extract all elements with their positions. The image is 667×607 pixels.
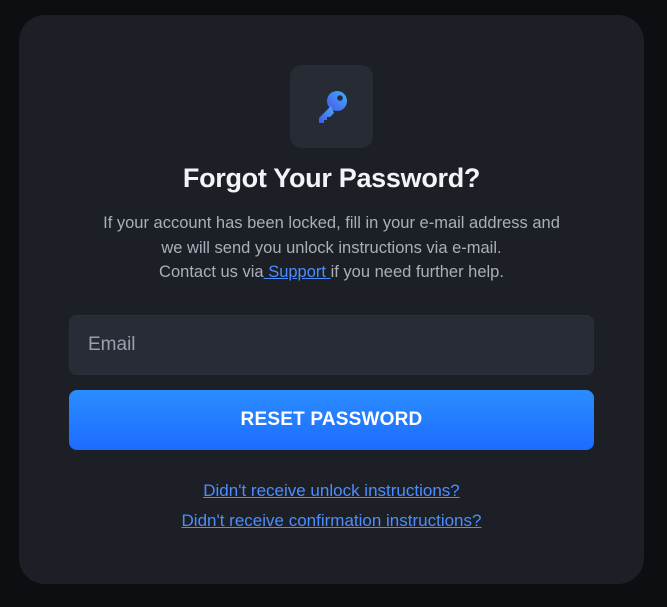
instructions-line-3: Contact us via Support if you need furth…	[49, 260, 614, 285]
page-title: Forgot Your Password?	[182, 163, 481, 193]
instructions-line-1: If your account has been locked, fill in…	[103, 214, 560, 232]
confirmation-instructions-link-row: Didn't receive confirmation instructions…	[19, 511, 644, 531]
forgot-password-card: Forgot Your Password? If your account ha…	[19, 15, 644, 584]
unlock-instructions-link-row: Didn't receive unlock instructions?	[19, 481, 644, 501]
unlock-instructions-link[interactable]: Didn't receive unlock instructions?	[203, 481, 459, 500]
key-icon	[318, 90, 347, 123]
confirmation-instructions-link[interactable]: Didn't receive confirmation instructions…	[182, 511, 482, 530]
contact-suffix: if you need further help.	[330, 263, 504, 281]
key-icon-tile	[290, 65, 373, 148]
email-field[interactable]	[69, 315, 594, 375]
contact-prefix: Contact us via	[159, 263, 264, 281]
instructions-text: If your account has been locked, fill in…	[49, 211, 614, 285]
reset-password-button[interactable]: RESET PASSWORD	[69, 390, 594, 450]
instructions-line-2: we will send you unlock instructions via…	[161, 238, 502, 257]
support-link[interactable]: Support	[264, 263, 331, 281]
